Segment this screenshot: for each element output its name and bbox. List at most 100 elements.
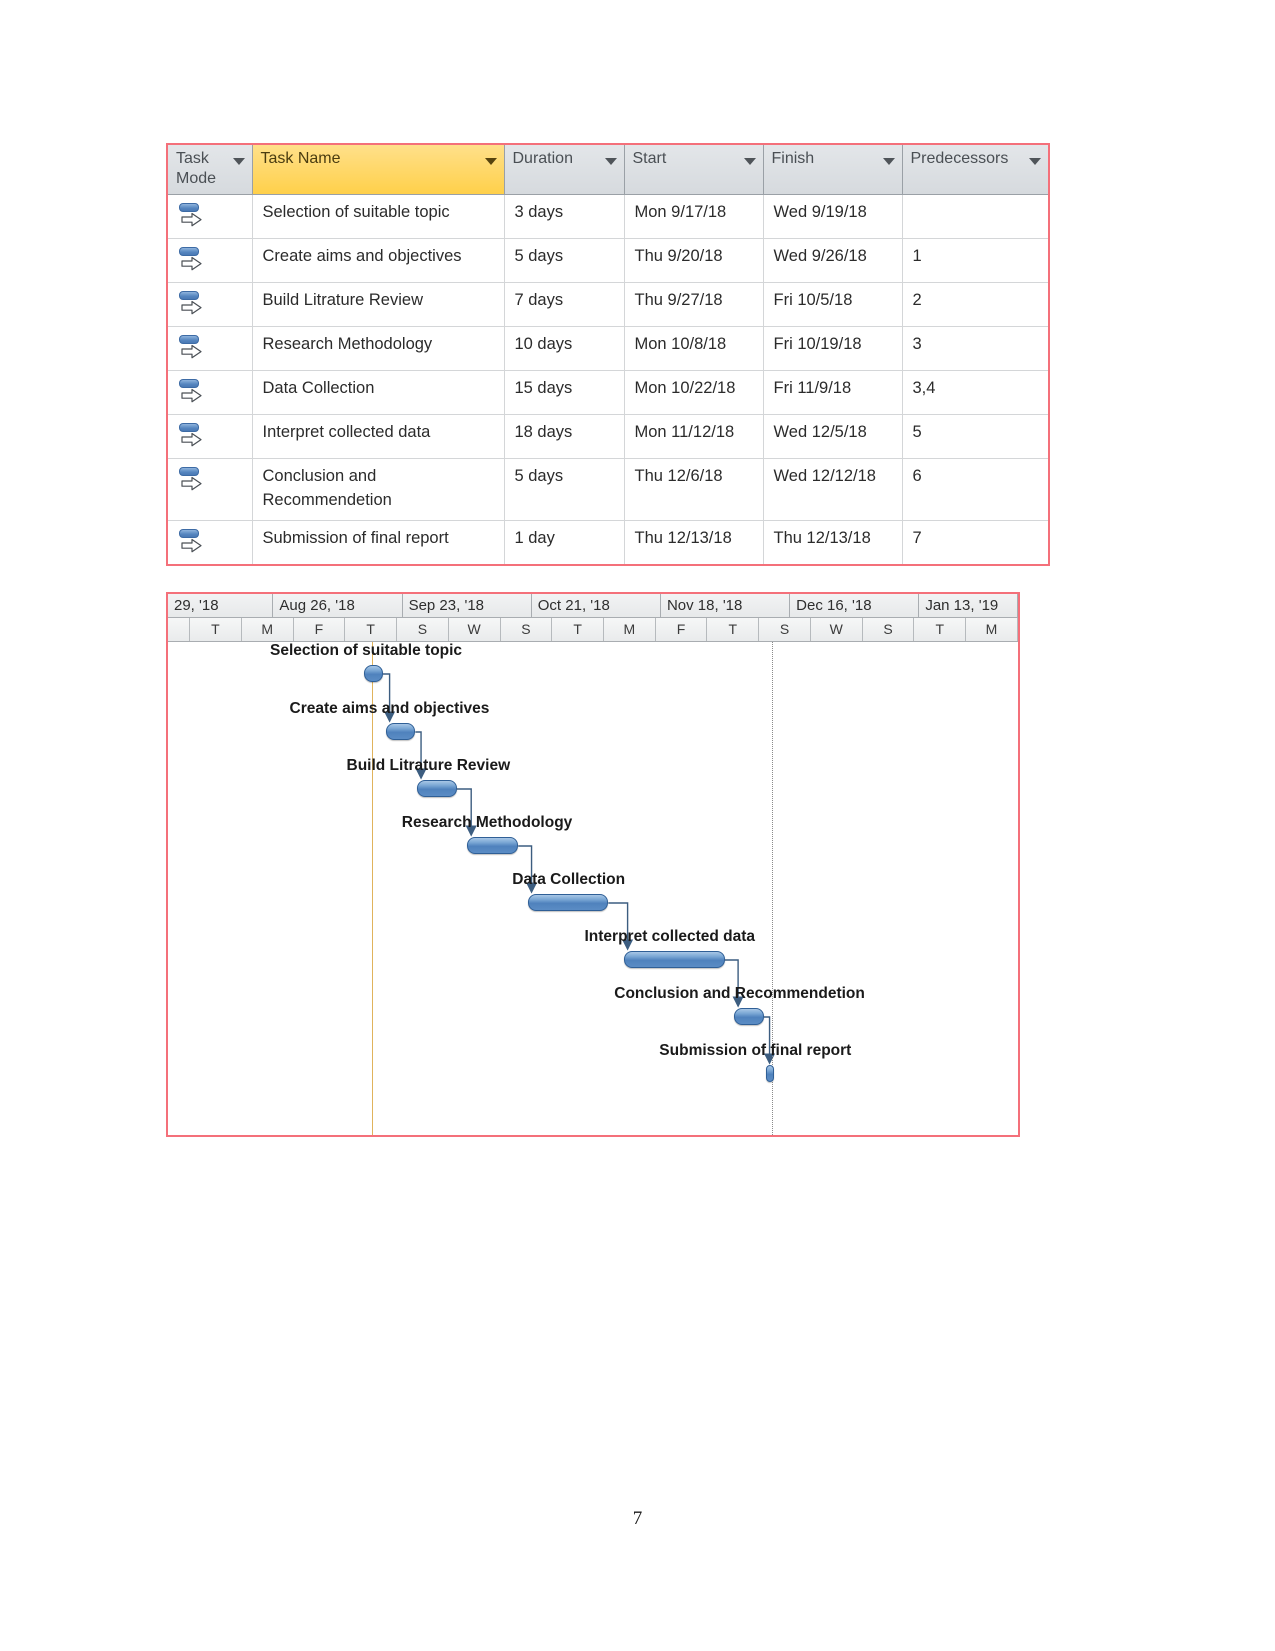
auto-schedule-icon-bar [179,423,199,432]
table-row[interactable]: Interpret collected data 18 days Mon 11/12… [168,414,1048,459]
column-header-task-name[interactable]: Task Name [252,145,505,195]
cell-finish[interactable]: Fri 10/19/18 [763,326,903,371]
timeline-day-cell: F [656,618,708,641]
auto-schedule-icon[interactable] [178,289,208,319]
cell-start[interactable]: Mon 9/17/18 [624,194,764,239]
table-row[interactable]: Research Methodology 10 days Mon 10/8/18 Fr… [168,326,1048,371]
cell-start[interactable]: Thu 9/20/18 [624,238,764,283]
cell-duration[interactable]: 5 days [504,458,625,521]
auto-schedule-icon[interactable] [178,245,208,275]
cell-task-mode[interactable] [168,238,253,283]
auto-schedule-icon[interactable] [178,333,208,363]
cell-task-name[interactable]: Build Litrature Review [252,282,505,327]
cell-task-name[interactable]: Research Methodology [252,326,505,371]
cell-predecessors[interactable]: 2 [902,282,1048,327]
cell-start[interactable]: Thu 12/13/18 [624,520,764,564]
cell-task-name[interactable]: Create aims and objectives [252,238,505,283]
gantt-bar[interactable] [363,665,384,682]
column-header-predecessors[interactable]: Predecessors [902,145,1048,195]
cell-task-name[interactable]: Interpret collected data [252,414,505,459]
gantt-bar[interactable] [623,951,725,968]
auto-schedule-icon[interactable] [178,527,208,557]
cell-task-mode[interactable] [168,520,253,564]
column-header-start[interactable]: Start [624,145,764,195]
cell-finish[interactable]: Wed 12/5/18 [763,414,903,459]
gantt-bar-label: Data Collection [512,871,626,888]
task-table-body: Selection of suitable topic 3 days Mon 9/1… [168,194,1048,564]
cell-duration[interactable]: 10 days [504,326,625,371]
cell-duration[interactable]: 18 days [504,414,625,459]
cell-duration[interactable]: 7 days [504,282,625,327]
table-row[interactable]: Data Collection 15 days Mon 10/22/18 Fri 11… [168,370,1048,415]
cell-predecessors[interactable]: 6 [902,458,1048,521]
cell-task-name[interactable]: Data Collection [252,370,505,415]
column-header-finish[interactable]: Finish [763,145,903,195]
cell-duration[interactable]: 1 day [504,520,625,564]
auto-schedule-icon[interactable] [178,465,208,495]
cell-task-name[interactable]: Selection of suitable topic [252,194,505,239]
table-row[interactable]: Selection of suitable topic 3 days Mon 9/1… [168,194,1048,239]
cell-start[interactable]: Mon 10/8/18 [624,326,764,371]
cell-start[interactable]: Thu 9/27/18 [624,282,764,327]
column-header-task-mode[interactable]: Task Mode [168,145,253,195]
cell-task-name[interactable]: Conclusion and Recommendetion [252,458,505,521]
cell-predecessors[interactable]: 3,4 [902,370,1048,415]
cell-duration[interactable]: 5 days [504,238,625,283]
cell-duration[interactable]: 3 days [504,194,625,239]
chevron-down-icon[interactable] [604,158,617,165]
table-row[interactable]: Build Litrature Review 7 days Thu 9/27/18 F… [168,282,1048,327]
timeline-day-cell: S [863,618,915,641]
table-row[interactable]: Submission of final report 1 day Thu 12/13… [168,520,1048,564]
gantt-bar[interactable] [385,723,416,740]
chevron-down-icon[interactable] [1029,158,1041,165]
timeline-day-cell: S [397,618,449,641]
table-row[interactable]: Create aims and objectives 5 days Thu 9/20… [168,238,1048,283]
cell-finish[interactable]: Thu 12/13/18 [763,520,903,564]
gantt-bar[interactable] [734,1008,764,1025]
timeline-day-cell: F [294,618,346,641]
cell-finish[interactable]: Fri 11/9/18 [763,370,903,415]
gantt-bar[interactable] [765,1065,775,1082]
table-row[interactable]: Conclusion and Recommendetion 5 days Thu 1… [168,458,1048,521]
auto-schedule-icon-arrow [181,344,202,359]
cell-task-mode[interactable] [168,414,253,459]
cell-predecessors[interactable]: 1 [902,238,1048,283]
cell-finish[interactable]: Wed 9/19/18 [763,194,903,239]
status-date-line [771,642,773,1135]
cell-task-mode[interactable] [168,370,253,415]
cell-start[interactable]: Thu 12/6/18 [624,458,764,521]
cell-task-mode[interactable] [168,326,253,371]
column-header-duration[interactable]: Duration [504,145,625,195]
cell-finish[interactable]: Fri 10/5/18 [763,282,903,327]
column-header-start-label: Start [632,150,667,167]
timeline-month-cell: Sep 23, '18 [403,594,532,617]
auto-schedule-icon-arrow [181,212,202,227]
cell-duration[interactable]: 15 days [504,370,625,415]
cell-finish[interactable]: Wed 12/12/18 [763,458,903,521]
chevron-down-icon[interactable] [743,158,756,165]
chevron-down-icon[interactable] [484,158,497,165]
auto-schedule-icon[interactable] [178,377,208,407]
cell-start[interactable]: Mon 11/12/18 [624,414,764,459]
chevron-down-icon[interactable] [882,158,895,165]
cell-task-name[interactable]: Submission of final report [252,520,505,564]
gantt-bar[interactable] [417,780,457,797]
gantt-bar[interactable] [527,894,609,911]
cell-task-mode[interactable] [168,458,253,521]
column-header-task-name-label: Task Name [260,150,341,167]
column-header-duration-label: Duration [512,150,573,167]
cell-task-mode[interactable] [168,282,253,327]
auto-schedule-icon[interactable] [178,201,208,231]
auto-schedule-icon-bar [179,291,199,300]
chevron-down-icon[interactable] [232,158,245,165]
cell-finish[interactable]: Wed 9/26/18 [763,238,903,283]
cell-task-mode[interactable] [168,194,253,239]
timeline-day-cell: M [966,618,1018,641]
cell-predecessors[interactable] [902,194,1048,239]
gantt-bar[interactable] [467,837,519,854]
cell-predecessors[interactable]: 5 [902,414,1048,459]
cell-predecessors[interactable]: 7 [902,520,1048,564]
auto-schedule-icon[interactable] [178,421,208,451]
cell-predecessors[interactable]: 3 [902,326,1048,371]
cell-start[interactable]: Mon 10/22/18 [624,370,764,415]
